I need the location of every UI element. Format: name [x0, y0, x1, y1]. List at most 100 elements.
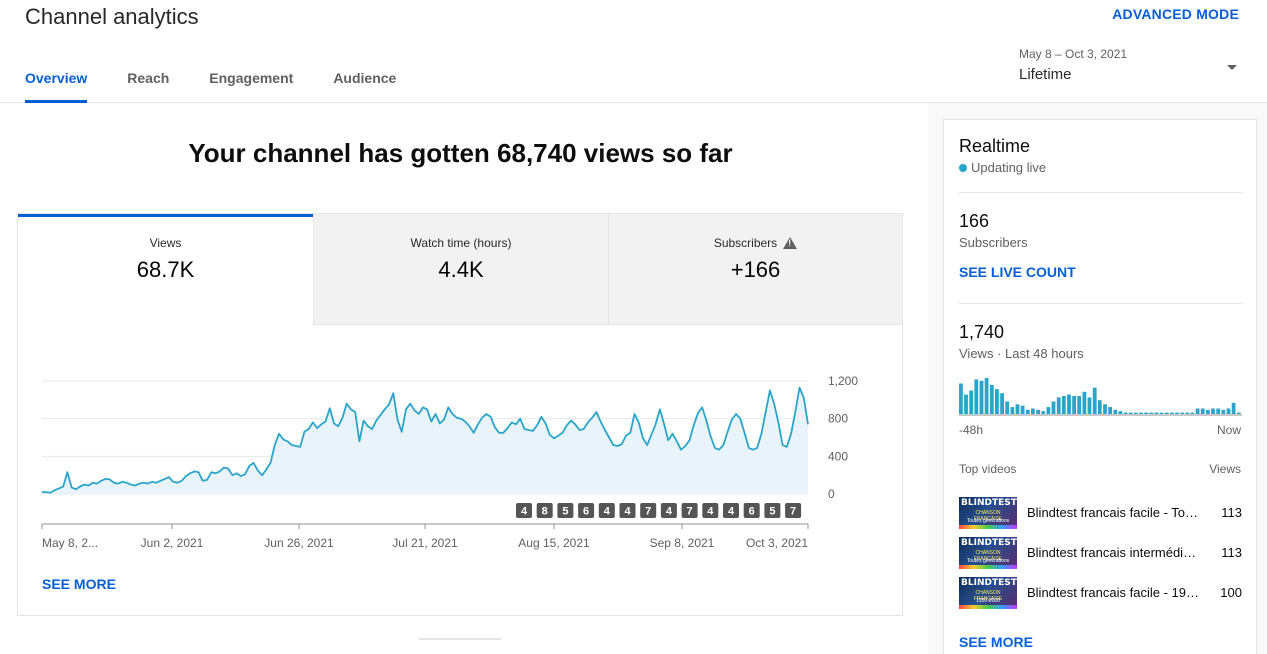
- video-views: 100: [1220, 585, 1242, 600]
- realtime-bar: [1175, 412, 1179, 414]
- realtime-bar: [1072, 396, 1076, 414]
- dropdown-caret-icon: [1227, 65, 1237, 70]
- realtime-bar: [1051, 401, 1056, 414]
- subscriber-label: Subscribers: [959, 235, 1028, 250]
- realtime-bar: [1046, 407, 1051, 414]
- realtime-bar: [1206, 409, 1210, 414]
- realtime-bar: [1082, 391, 1087, 414]
- realtime-bar: [1216, 408, 1221, 414]
- realtime-bar: [1015, 404, 1020, 414]
- realtime-bar: [959, 383, 963, 414]
- realtime-bar: [1067, 394, 1071, 414]
- realtime-bar: [1113, 409, 1118, 414]
- header: Channel analytics ADVANCED MODE Overview…: [0, 0, 1267, 103]
- video-marker-label: 4: [624, 506, 631, 518]
- realtime-bar: [1200, 408, 1205, 414]
- realtime-bar: [1164, 412, 1169, 414]
- tab-audience[interactable]: Audience: [333, 70, 396, 103]
- top-video-row[interactable]: BLINDTEST CHANSON FRANÇAISE Toutes génér…: [959, 497, 1242, 529]
- top-video-row[interactable]: BLINDTEST CHANSON FRANÇAISE Toutes génér…: [959, 537, 1242, 569]
- realtime-bar: [1077, 396, 1082, 414]
- realtime-bar: [1128, 412, 1133, 414]
- realtime-bar: [1097, 400, 1102, 414]
- x-tick-label: Jun 2, 2021: [141, 536, 204, 550]
- realtime-bar: [1149, 412, 1154, 414]
- video-marker-label: 7: [645, 506, 651, 518]
- tab-bar: Overview Reach Engagement Audience: [25, 70, 436, 103]
- video-marker-label: 4: [707, 506, 714, 518]
- realtime-bar: [1005, 401, 1010, 414]
- scroll-indicator: [419, 638, 501, 640]
- video-marker-label: 8: [542, 506, 548, 518]
- date-range-label: Lifetime: [1019, 66, 1072, 83]
- realtime-bar: [1118, 411, 1123, 414]
- date-range-text: May 8 – Oct 3, 2021: [1019, 47, 1128, 61]
- tab-reach[interactable]: Reach: [127, 70, 169, 103]
- video-marker-label: 4: [666, 506, 673, 518]
- realtime-bar: [1154, 412, 1159, 414]
- video-title: Blindtest francais intermédiaire - Toute…: [1027, 545, 1199, 560]
- top-video-row[interactable]: BLINDTEST CHANSON FRANÇAISE 1950-2000 Bl…: [959, 577, 1242, 609]
- video-marker-label: 4: [728, 506, 735, 518]
- realtime-bar: [1056, 397, 1061, 414]
- realtime-bar: [1139, 412, 1143, 414]
- realtime-bar: [1190, 412, 1195, 414]
- video-views: 113: [1221, 505, 1242, 520]
- see-live-count-link[interactable]: SEE LIVE COUNT: [959, 264, 1076, 280]
- realtime-bar: [989, 384, 994, 414]
- realtime-bar: [964, 394, 968, 414]
- realtime-bar: [1123, 412, 1128, 414]
- divider: [959, 303, 1242, 304]
- video-thumbnail: BLINDTEST CHANSON FRANÇAISE 1950-2000: [959, 577, 1017, 609]
- realtime-bar: [979, 380, 984, 414]
- realtime-axis-start: -48h: [959, 423, 984, 437]
- video-marker-label: 7: [790, 506, 796, 518]
- tab-engagement[interactable]: Engagement: [209, 70, 293, 103]
- see-more-link[interactable]: SEE MORE: [42, 576, 116, 592]
- video-marker-label: 4: [521, 506, 528, 518]
- live-status: Updating live: [959, 160, 1046, 175]
- video-views: 113: [1221, 545, 1242, 560]
- realtime-bar: [1185, 412, 1190, 414]
- realtime-bar: [1108, 407, 1112, 414]
- realtime-bar: [1041, 411, 1046, 414]
- subscriber-count: 166: [959, 211, 990, 231]
- realtime-bar: [1133, 412, 1138, 414]
- realtime-bar: [1221, 409, 1226, 414]
- realtime-bar: [1000, 393, 1004, 414]
- realtime-bar: [1226, 408, 1231, 414]
- realtime-bar: [1170, 412, 1174, 414]
- realtime-bar: [995, 389, 999, 414]
- y-tick-label: 400: [828, 449, 848, 463]
- video-marker-label: 7: [687, 506, 693, 518]
- video-thumbnail: BLINDTEST CHANSON FRANÇAISE Toutes génér…: [959, 497, 1017, 529]
- advanced-mode-button[interactable]: ADVANCED MODE: [1112, 6, 1239, 22]
- realtime-bar: [1180, 412, 1185, 414]
- views-chart: 0 400 800 1,200 May 8, 2... Jun 2, 2021 Jun 26…: [41, 374, 858, 550]
- video-marker-label: 5: [562, 506, 568, 518]
- y-tick-label: 0: [828, 487, 835, 501]
- realtime-views-label: Views · Last 48 hours: [959, 346, 1084, 361]
- headline: Your channel has gotten 68,740 views so …: [188, 138, 733, 168]
- realtime-bar: [969, 390, 974, 414]
- realtime-bar: [1236, 412, 1241, 414]
- live-dot-icon: [959, 163, 967, 172]
- realtime-bar: [1087, 397, 1092, 414]
- y-tick-label: 800: [828, 412, 848, 426]
- x-tick-label: Oct 3, 2021: [746, 536, 808, 550]
- video-title: Blindtest francais facile - Toutes génér…: [1027, 505, 1199, 520]
- realtime-bar: [1103, 404, 1107, 414]
- page-title: Channel analytics: [25, 4, 199, 29]
- see-more-top-videos-link[interactable]: SEE MORE: [959, 634, 1033, 650]
- realtime-bar: [1025, 409, 1030, 414]
- video-marker-label: 6: [749, 506, 755, 518]
- x-tick-label: Aug 15, 2021: [518, 536, 590, 550]
- realtime-bar: [1231, 402, 1236, 414]
- realtime-title: Realtime: [959, 136, 1031, 156]
- realtime-bar: [1010, 407, 1015, 414]
- top-videos-views-heading: Views: [1209, 462, 1241, 476]
- y-tick-label: 1,200: [828, 374, 858, 388]
- tab-overview[interactable]: Overview: [25, 70, 88, 103]
- date-range-picker[interactable]: May 8 – Oct 3, 2021 Lifetime: [1019, 47, 1241, 91]
- realtime-views-bar-chart: [959, 378, 1242, 416]
